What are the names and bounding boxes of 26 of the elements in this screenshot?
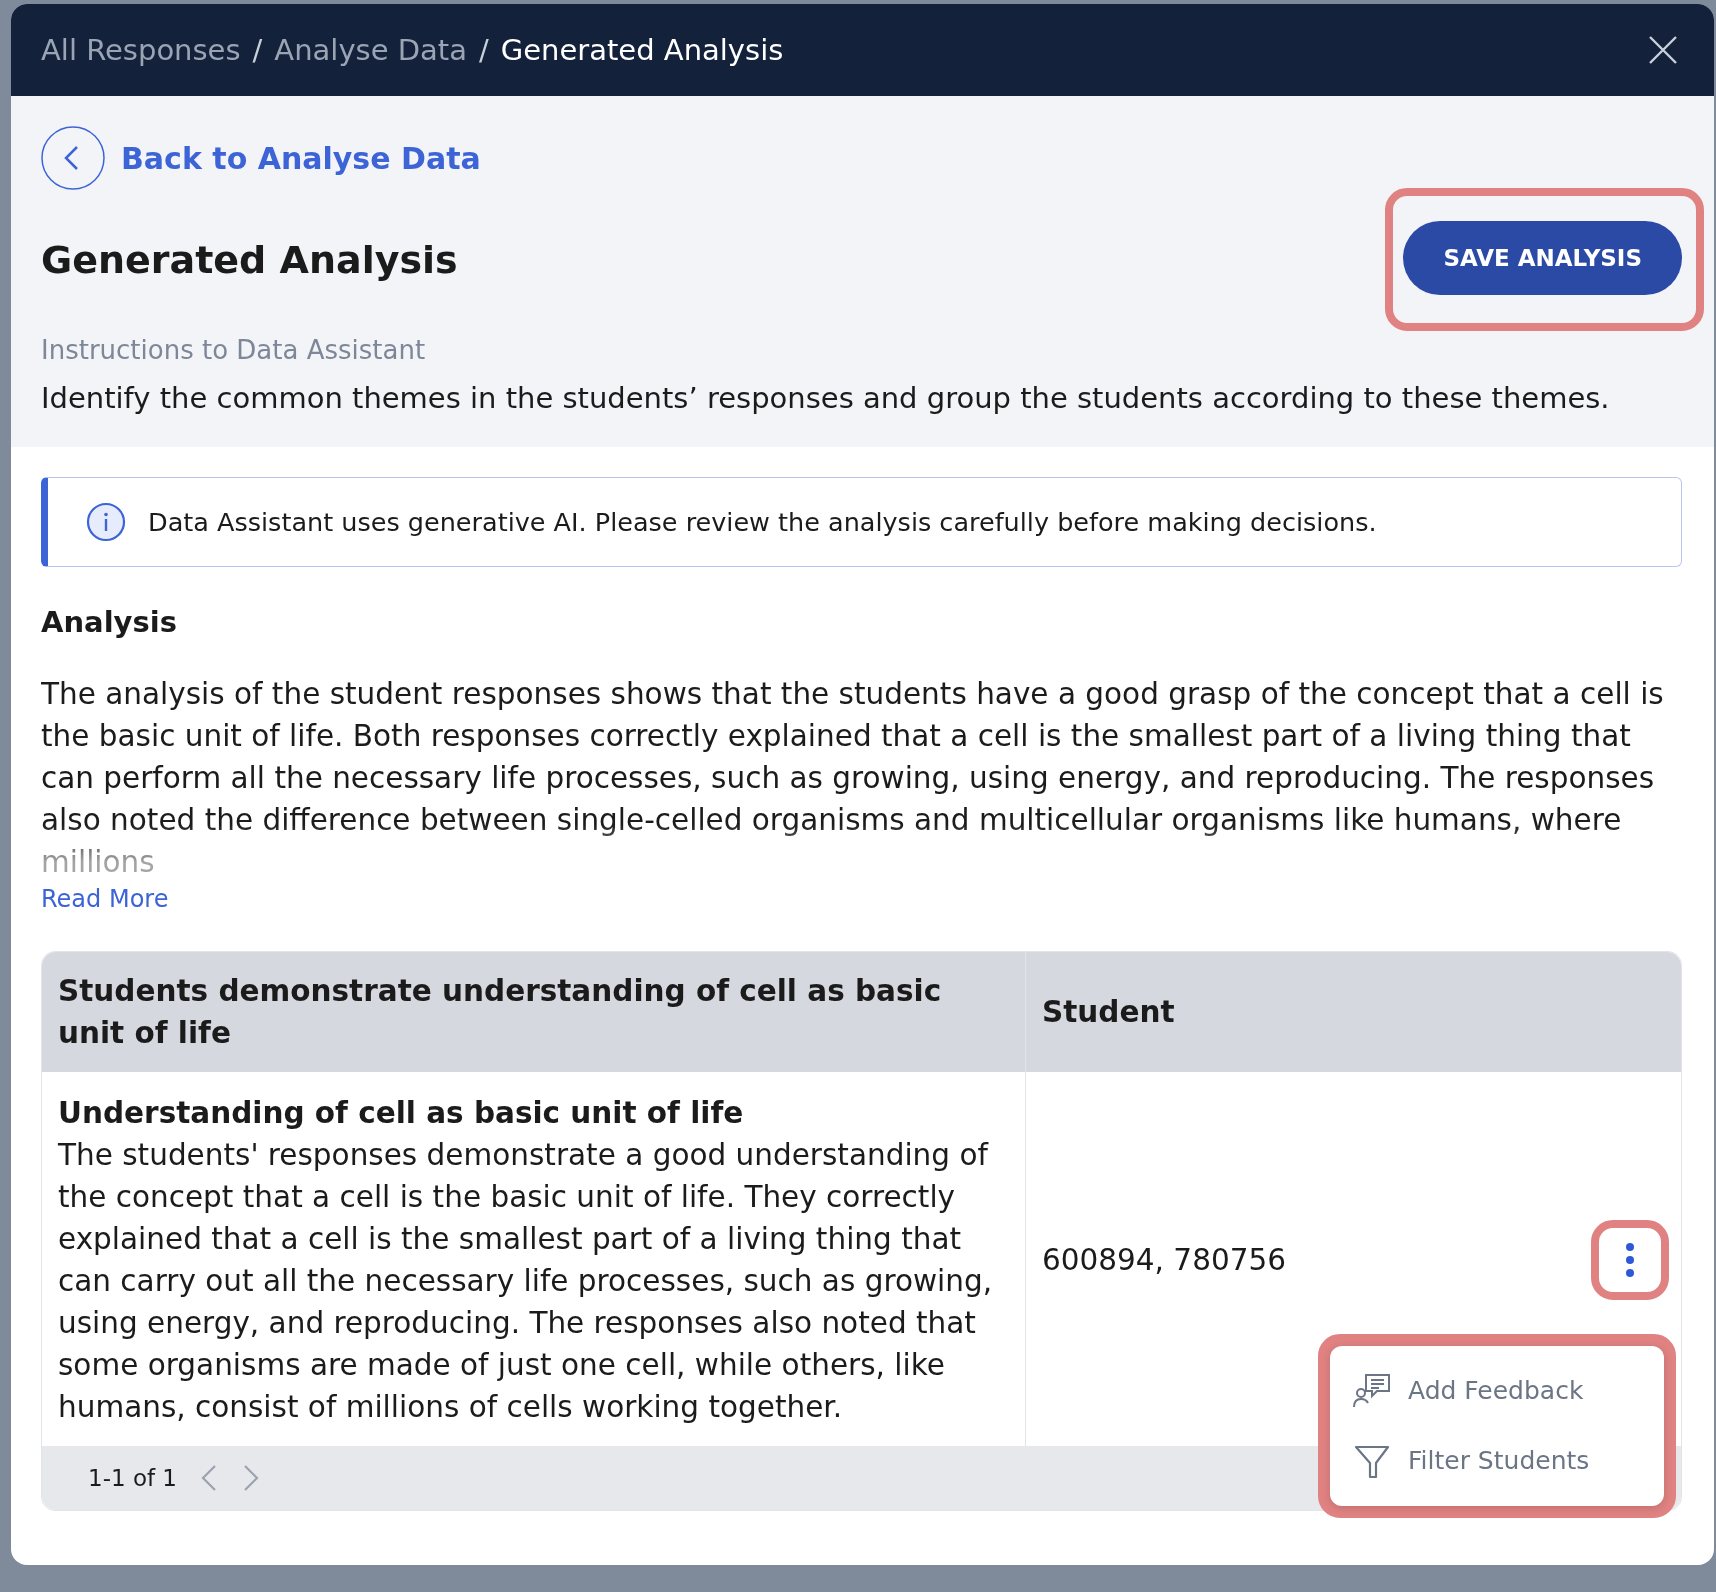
menu-item[interactable]: Filter Students: [1408, 1440, 1590, 1482]
theme-title: Understanding of cell as basic unit of life: [58, 1095, 745, 1132]
back-icon[interactable]: [41, 126, 105, 190]
read-more-link[interactable]: Read More: [41, 885, 169, 913]
analysis-text: The analysis of the student responses shows that the students have a good grasp of the concept that a cell is the basic unit of life. Both responses correctly explained that a cell is the smallest part of a living thing that can perform all the necessary life processes, such as growing, using energy, and reproducing. The responses also noted the difference between single-celled organisms and multicellular organisms like humans, where millions: [41, 676, 1665, 881]
instructions-text: Identify the common themes in the students’ responses and group the students according to these themes.: [41, 381, 1611, 415]
notice-text: Data Assistant uses generative AI. Please review the analysis carefully before making decisions.: [148, 507, 1377, 537]
breadcrumb-link[interactable]: All Responses: [41, 33, 241, 67]
breadcrumb-link[interactable]: Analyse Data: [274, 33, 467, 67]
info-icon: [86, 502, 126, 542]
column-header: Student: [1041, 994, 1176, 1031]
theme-description: The students' responses demonstrate a good understanding of the concept that a cell is the basic unit of life. They correctly explained that a cell is the smallest part of a living thing that can carry out all the necessary life processes, such as growing, using energy, and reproducing. The responses also noted that some organisms are made of just one cell, while others, like humans, consist of millions of cells working together.: [58, 1137, 994, 1426]
section-heading: Analysis: [41, 605, 178, 639]
page-title: Generated Analysis: [41, 237, 458, 282]
instructions-label: Instructions to Data Assistant: [41, 335, 427, 365]
back-link[interactable]: Back to Analyse Data: [121, 140, 481, 176]
menu-item[interactable]: Add Feedback: [1408, 1370, 1584, 1412]
close-icon[interactable]: [1648, 35, 1678, 65]
save-button[interactable]: SAVE ANALYSIS: [1403, 221, 1682, 295]
breadcrumb-current: Generated Analysis: [500, 33, 784, 67]
breadcrumb-separator: /: [252, 33, 263, 67]
column-header: Students demonstrate understanding of cell as basic unit of life: [42, 952, 1026, 1072]
more-options-icon[interactable]: [1625, 1242, 1635, 1278]
pagination-text: 1-1 of 1: [88, 1465, 177, 1491]
breadcrumb-separator: /: [478, 33, 489, 67]
student-ids: 600894, 780756: [1042, 1242, 1286, 1279]
